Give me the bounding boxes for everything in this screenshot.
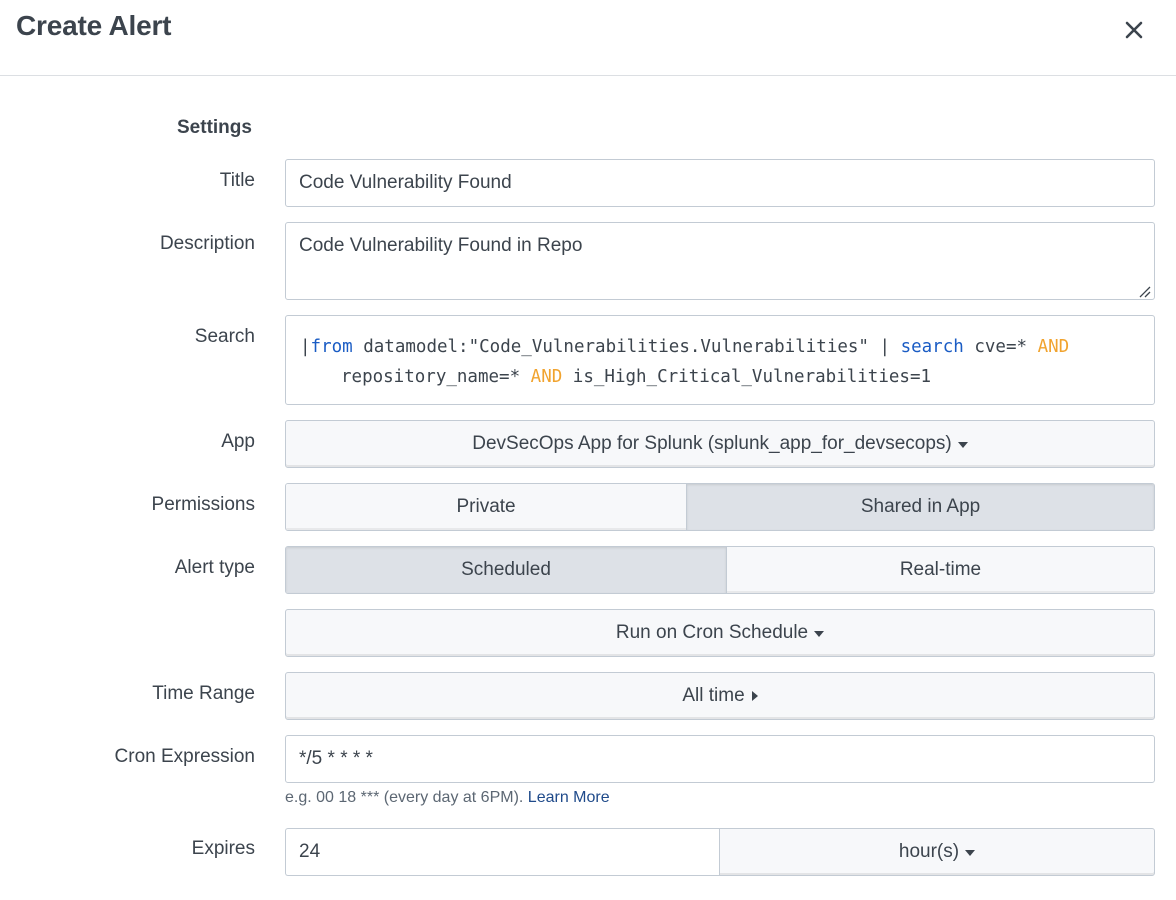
search-query-line-2: repository_name=* AND is_High_Critical_V… — [341, 367, 932, 387]
time-range-value: All time — [682, 685, 745, 706]
caret-right-icon — [751, 691, 758, 701]
alert-type-scheduled-button[interactable]: Scheduled — [286, 547, 726, 593]
dialog-title: Create Alert — [16, 10, 172, 41]
title-input[interactable]: Code Vulnerability Found — [285, 159, 1155, 207]
alert-type-realtime-button[interactable]: Real-time — [725, 547, 1154, 593]
cron-help-text: e.g. 00 18 *** (every day at 6PM). Learn… — [285, 789, 610, 807]
permissions-label: Permissions — [151, 494, 255, 515]
expires-label: Expires — [191, 838, 255, 859]
cron-expression-value: */5 * * * * — [299, 748, 373, 769]
schedule-dropdown[interactable]: Run on Cron Schedule — [285, 609, 1155, 657]
schedule-dropdown-value: Run on Cron Schedule — [615, 622, 809, 643]
close-icon — [1125, 21, 1143, 44]
permissions-toggle: Private Shared in App — [285, 483, 1155, 531]
operator-and: AND — [1037, 337, 1070, 357]
description-label: Description — [159, 233, 255, 254]
operator-and: AND — [530, 367, 563, 387]
description-textarea[interactable]: Code Vulnerability Found in Repo — [285, 222, 1155, 300]
title-input-value: Code Vulnerability Found — [299, 172, 512, 193]
app-label: App — [221, 431, 255, 452]
cron-expression-input[interactable]: */5 * * * * — [285, 735, 1155, 783]
search-label: Search — [194, 326, 255, 347]
alert-type-toggle: Scheduled Real-time — [285, 546, 1155, 594]
permissions-private-button[interactable]: Private — [286, 484, 687, 530]
search-query-editor[interactable]: |from datamodel:"Code_Vulnerabilities.Vu… — [285, 315, 1155, 405]
app-dropdown[interactable]: DevSecOps App for Splunk (splunk_app_for… — [285, 420, 1155, 468]
keyword-from: from — [310, 337, 353, 357]
settings-heading: Settings — [177, 117, 252, 138]
app-dropdown-value: DevSecOps App for Splunk (splunk_app_for… — [472, 433, 952, 454]
alert-type-label: Alert type — [174, 557, 255, 578]
learn-more-link[interactable]: Learn More — [528, 789, 610, 806]
cron-expression-label: Cron Expression — [114, 746, 255, 767]
description-value: Code Vulnerability Found in Repo — [299, 235, 583, 256]
time-range-picker[interactable]: All time — [285, 672, 1155, 720]
expires-input[interactable]: 24 — [285, 828, 720, 876]
close-button[interactable] — [1118, 16, 1150, 48]
search-query-line-1: |from datamodel:"Code_Vulnerabilities.Vu… — [300, 337, 1070, 357]
caret-down-icon — [814, 631, 825, 637]
time-range-label: Time Range — [152, 683, 255, 704]
expires-value: 24 — [299, 841, 321, 862]
permissions-shared-button[interactable]: Shared in App — [686, 484, 1154, 530]
expires-unit-dropdown[interactable]: hour(s) — [719, 828, 1155, 876]
dialog-header: Create Alert — [0, 0, 1176, 76]
cron-help-example: e.g. 00 18 *** (every day at 6PM). — [285, 789, 524, 806]
caret-down-icon — [957, 442, 968, 448]
title-label: Title — [219, 170, 255, 191]
caret-down-icon — [965, 850, 976, 856]
expires-unit-value: hour(s) — [898, 841, 960, 862]
keyword-search: search — [900, 337, 964, 357]
resize-handle-icon[interactable] — [1137, 282, 1151, 298]
